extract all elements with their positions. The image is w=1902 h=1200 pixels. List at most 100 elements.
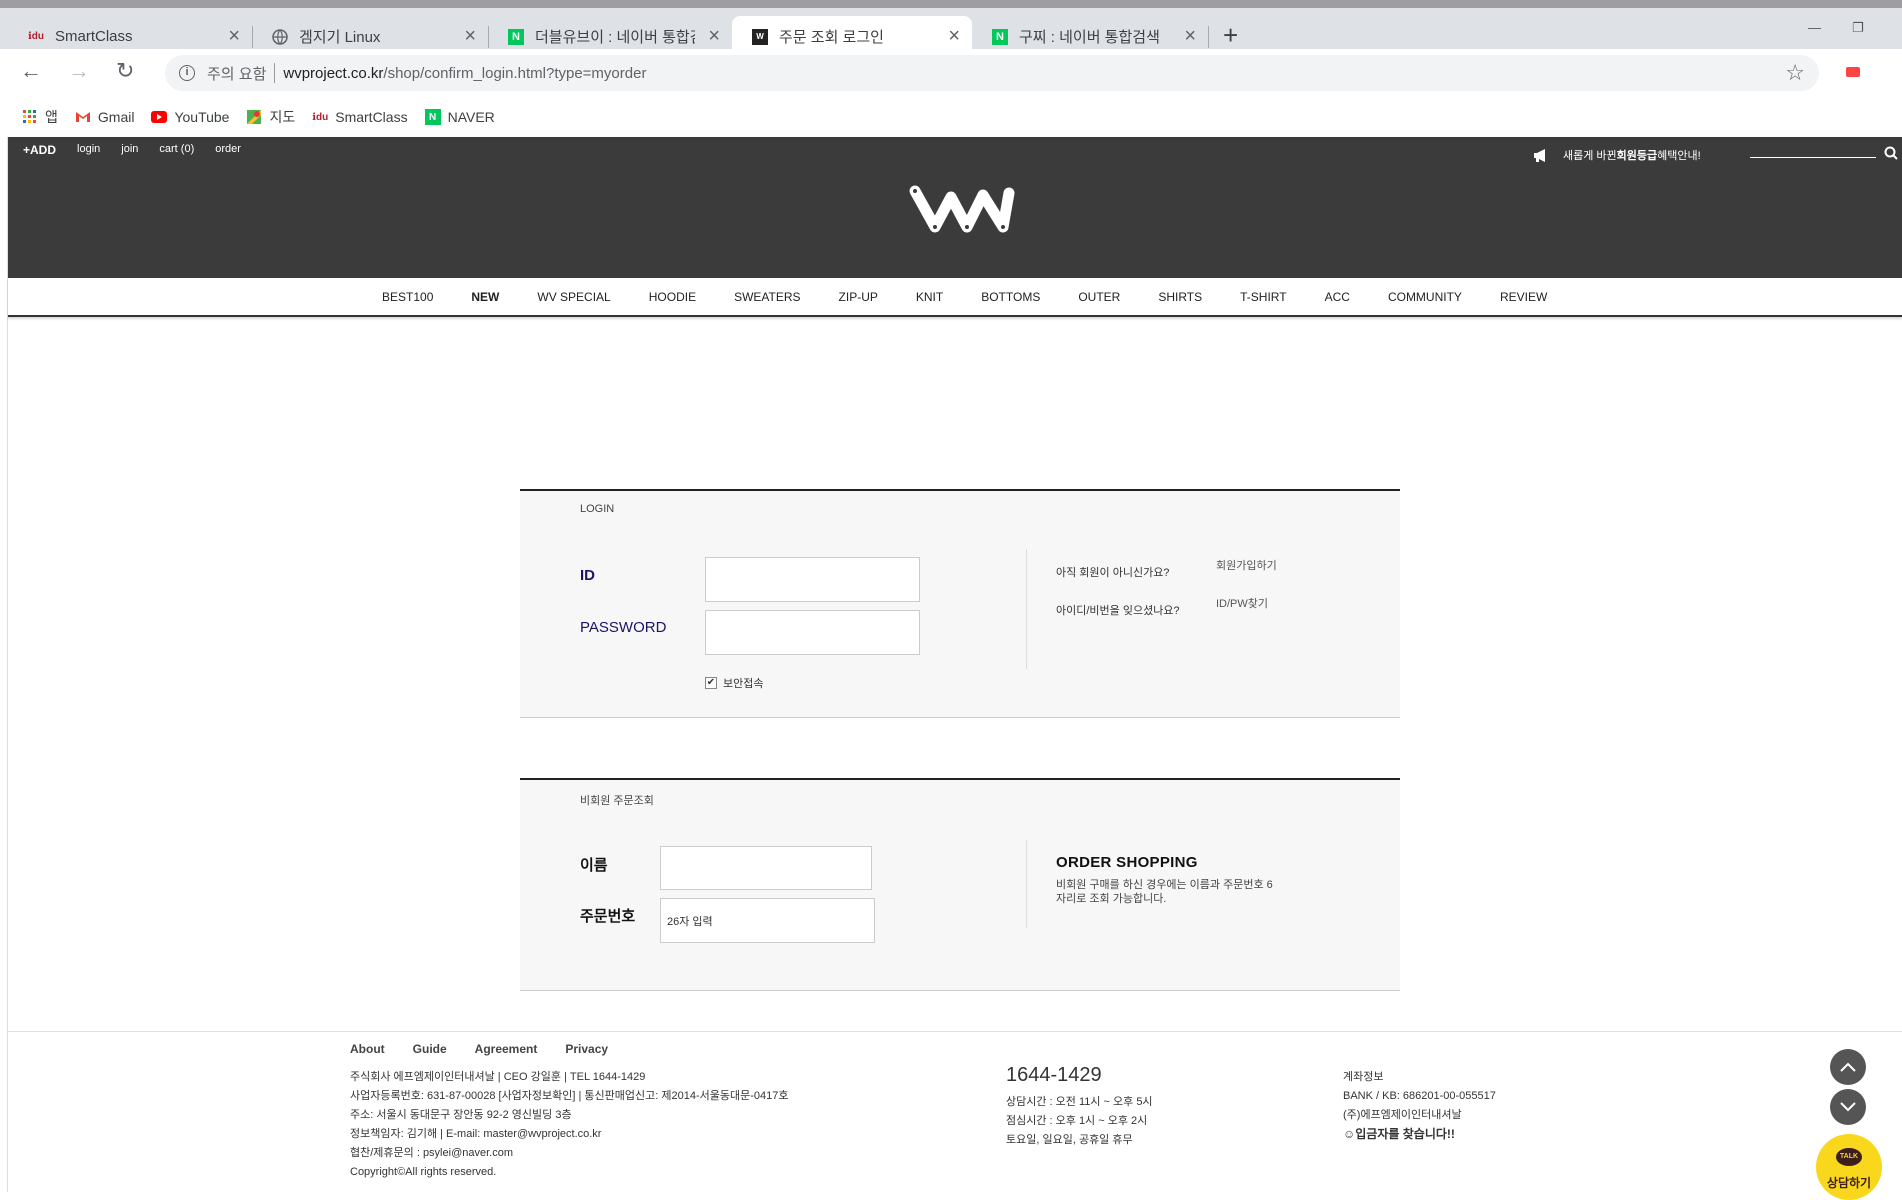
bookmark-gmail[interactable]: Gmail xyxy=(75,109,135,125)
apps-grid-icon xyxy=(22,109,38,125)
nav-wv-special[interactable]: WV SPECIAL xyxy=(537,290,610,304)
order-link[interactable]: order xyxy=(215,143,241,157)
scroll-up-button[interactable] xyxy=(1830,1049,1866,1085)
name-input[interactable] xyxy=(660,846,872,890)
forward-arrow-icon[interactable]: → xyxy=(68,59,90,83)
tab-title: 주문 조회 로그인 xyxy=(779,29,884,46)
promo-highlight: 회원등급 xyxy=(1616,150,1658,162)
bookmark-label: SmartClass xyxy=(335,109,408,125)
bookmark-label: NAVER xyxy=(447,109,495,125)
bookmark-maps[interactable]: 지도 xyxy=(246,107,295,127)
cart-link[interactable]: cart (0) xyxy=(159,143,194,157)
promo-banner[interactable]: 새롭게 바뀐 회원등급 혜택안내! xyxy=(1533,147,1701,163)
minimize-icon[interactable]: — xyxy=(1808,20,1821,35)
close-tab-icon[interactable]: × xyxy=(948,26,960,46)
bookmark-label: 지도 xyxy=(269,109,296,125)
order-number-input[interactable]: 26자 입력 xyxy=(660,898,875,943)
nav-zip-up[interactable]: ZIP-UP xyxy=(839,290,878,304)
id-label: ID xyxy=(580,567,595,584)
bookmark-label: Gmail xyxy=(97,109,135,125)
nav-outer[interactable]: OUTER xyxy=(1078,290,1120,304)
bookmark-smartclass[interactable]: ℹdu SmartClass xyxy=(312,109,407,125)
nav-sweaters[interactable]: SWEATERS xyxy=(734,290,800,304)
close-tab-icon[interactable]: × xyxy=(708,26,720,46)
promo-text: 혜택안내! xyxy=(1657,150,1701,162)
left-edge xyxy=(0,137,8,1192)
nav-knit[interactable]: KNIT xyxy=(916,290,943,304)
join-link[interactable]: join xyxy=(121,143,138,157)
back-arrow-icon[interactable]: ← xyxy=(20,59,42,83)
bookmark-naver[interactable]: N NAVER xyxy=(424,109,495,125)
join-link[interactable]: 회원가입하기 xyxy=(1216,557,1277,573)
login-link[interactable]: login xyxy=(77,143,100,157)
bank-account: BANK / KB: 686201-00-055517 xyxy=(1343,1090,1496,1102)
guest-order-section: 비회원 주문조회 이름 주문번호 26자 입력 ORDER SHOPPING 비… xyxy=(520,778,1400,991)
secure-checkbox[interactable]: ✔ xyxy=(705,677,717,689)
nav-acc[interactable]: ACC xyxy=(1325,290,1350,304)
reload-icon[interactable]: ↻ xyxy=(116,59,134,83)
tab-title: SmartClass xyxy=(55,28,133,45)
close-tab-icon[interactable]: × xyxy=(228,26,240,46)
bank-info: 계좌정보 BANK / KB: 686201-00-055517 (주)에프엠제… xyxy=(1343,1068,1496,1144)
divider xyxy=(1026,549,1027,669)
nav-bottoms[interactable]: BOTTOMS xyxy=(981,290,1040,304)
nav-t-shirt[interactable]: T-SHIRT xyxy=(1240,290,1286,304)
scroll-down-button[interactable] xyxy=(1830,1089,1866,1125)
security-warning[interactable]: 주의 요함 xyxy=(207,63,266,84)
browser-toolbar: ← → ↻ i 주의 요함 wvproject.co.kr/shop/confi… xyxy=(0,49,1902,97)
search-icon[interactable] xyxy=(1884,146,1898,160)
naver-favicon: N xyxy=(508,28,524,45)
footer-agreement-link[interactable]: Agreement xyxy=(475,1042,538,1056)
id-input[interactable] xyxy=(705,557,920,602)
tab-title: 구찌 : 네이버 통합검색 xyxy=(1019,29,1160,46)
add-link[interactable]: +ADD xyxy=(23,143,56,157)
bookmarks-bar: 앱 Gmail YouTube 지도 ℹdu SmartClass N NAVE… xyxy=(0,97,1902,137)
order-number-label: 주문번호 xyxy=(580,908,636,925)
nav-community[interactable]: COMMUNITY xyxy=(1388,290,1462,304)
footer-privacy-link[interactable]: Privacy xyxy=(565,1042,608,1056)
info-icon[interactable]: i xyxy=(179,65,195,81)
nav-hoodie[interactable]: HOODIE xyxy=(649,290,696,304)
url-text[interactable]: wvproject.co.kr/shop/confirm_login.html?… xyxy=(283,65,646,82)
password-label: PASSWORD xyxy=(580,619,667,636)
maps-icon xyxy=(246,109,262,125)
nav-review[interactable]: REVIEW xyxy=(1500,290,1547,304)
address-bar[interactable]: i 주의 요함 wvproject.co.kr/shop/confirm_log… xyxy=(165,55,1819,91)
tab-title: 더블유브이 : 네이버 통합검색 xyxy=(535,29,695,46)
wv-logo[interactable] xyxy=(907,181,1019,237)
close-tab-icon[interactable]: × xyxy=(464,26,476,46)
search-input[interactable] xyxy=(1750,157,1876,158)
tab-separator xyxy=(1208,26,1209,48)
bookmark-apps[interactable]: 앱 xyxy=(22,107,58,127)
forgot-question: 아이디/비번을 잊으셨나요? xyxy=(1056,605,1180,617)
close-tab-icon[interactable]: × xyxy=(1184,26,1196,46)
bookmark-youtube[interactable]: YouTube xyxy=(151,109,229,125)
bookmark-star-icon[interactable]: ☆ xyxy=(1785,60,1805,86)
password-input[interactable] xyxy=(705,610,920,655)
footer-about-link[interactable]: About xyxy=(350,1042,385,1056)
new-tab-button[interactable]: + xyxy=(1223,22,1238,48)
extension-icon[interactable] xyxy=(1846,67,1860,77)
gmail-icon xyxy=(75,109,91,125)
find-id-pw-link[interactable]: ID/PW찾기 xyxy=(1216,595,1268,611)
cs-hours: 상담시간 : 오전 11시 ~ 오후 5시 xyxy=(1006,1096,1153,1108)
browser-tab-strip: ℹdu SmartClass × 겜지기 Linux × N 더블유브이 : 네… xyxy=(0,0,1902,57)
depositor-search-link[interactable]: ☺입금자를 찾습니다!! xyxy=(1343,1125,1496,1144)
company-line: 협찬/제휴문의 : psylei@naver.com xyxy=(350,1147,513,1159)
nav-new[interactable]: NEW xyxy=(471,290,499,304)
footer-nav: About Guide Agreement Privacy xyxy=(350,1042,636,1056)
section-title: LOGIN xyxy=(580,503,615,515)
company-line: 정보책임자: 김기해 | E-mail: master@wvproject.co… xyxy=(350,1128,602,1140)
site-header: +ADD login join cart (0) order 새롭게 바뀐 회원… xyxy=(8,137,1902,278)
footer-divider xyxy=(8,1031,1902,1032)
kakao-talk-button[interactable]: TALK 상담하기 xyxy=(1816,1134,1882,1200)
tab-title: 겜지기 Linux xyxy=(299,29,381,46)
wv-favicon: W xyxy=(752,28,768,45)
company-line: 주식회사 에프엠제이인터내셔날 | CEO 강일훈 | TEL 1644-142… xyxy=(350,1071,646,1083)
restore-icon[interactable]: ❐ xyxy=(1852,20,1864,36)
talk-bubble-icon: TALK xyxy=(1836,1148,1862,1166)
nav-shirts[interactable]: SHIRTS xyxy=(1158,290,1202,304)
nav-best100[interactable]: BEST100 xyxy=(382,290,433,304)
footer-guide-link[interactable]: Guide xyxy=(413,1042,447,1056)
secure-login-option[interactable]: ✔ 보안접속 xyxy=(705,675,763,691)
